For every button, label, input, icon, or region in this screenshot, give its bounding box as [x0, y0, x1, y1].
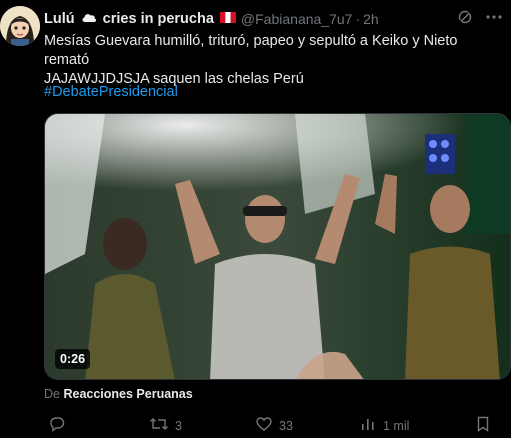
- peru-flag-emoji: [219, 11, 236, 27]
- like-count: 33: [279, 418, 293, 433]
- tweet[interactable]: Lulú cries in perucha @Fabianana_7u7 · 2…: [0, 0, 511, 438]
- heart-icon: [255, 415, 273, 436]
- grok-icon[interactable]: [457, 9, 473, 29]
- separator-dot: ·: [355, 11, 361, 27]
- avatar-image: [0, 6, 40, 46]
- repost-button[interactable]: 3: [149, 415, 182, 436]
- repost-count: 3: [175, 418, 182, 433]
- bookmark-icon: [475, 415, 491, 436]
- views-icon: [359, 415, 377, 436]
- attribution-source-link[interactable]: Reacciones Peruanas: [63, 387, 192, 401]
- reply-button[interactable]: [48, 415, 72, 436]
- hashtag-link[interactable]: #DebatePresidencial: [44, 84, 178, 100]
- video-duration: 0:26: [55, 349, 91, 369]
- cloud-emoji: [81, 11, 97, 27]
- bookmark-button[interactable]: [475, 415, 491, 436]
- post-time[interactable]: 2h: [363, 11, 379, 27]
- author-name-part2: cries in perucha: [102, 10, 214, 27]
- attribution-prefix: De: [44, 387, 60, 401]
- header-actions: [457, 9, 503, 29]
- avatar[interactable]: [0, 6, 40, 46]
- action-bar: 3 33 1 mil: [44, 415, 509, 435]
- views-count: 1 mil: [383, 418, 410, 433]
- video-player[interactable]: 0:26: [44, 113, 511, 380]
- views-button[interactable]: 1 mil: [359, 415, 409, 436]
- author-name[interactable]: Lulú cries in perucha: [44, 11, 238, 27]
- tweet-text: Mesías Guevara humilló, trituró, papeo y…: [44, 33, 458, 87]
- author-handle[interactable]: @Fabianana_7u7: [241, 11, 353, 27]
- like-button[interactable]: 33: [255, 415, 293, 436]
- tweet-header: Lulú cries in perucha @Fabianana_7u7 · 2…: [44, 9, 503, 29]
- video-attribution: De Reacciones Peruanas: [44, 387, 193, 401]
- repost-icon: [149, 415, 169, 436]
- reply-icon: [48, 415, 66, 436]
- author-name-part1: Lulú: [44, 10, 75, 27]
- more-icon[interactable]: [485, 9, 503, 29]
- video-frame: [45, 114, 510, 379]
